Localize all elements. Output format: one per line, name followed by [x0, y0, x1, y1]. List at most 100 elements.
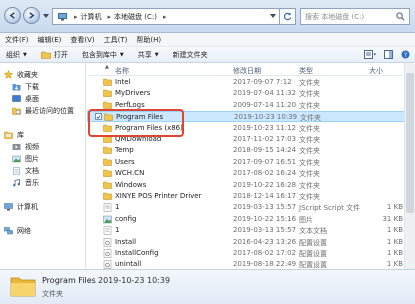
organize-label: 组织: [6, 50, 20, 59]
nav-desktop[interactable]: 桌面: [12, 93, 39, 104]
help-icon[interactable]: ?: [401, 50, 410, 59]
forward-button[interactable]: [23, 7, 40, 24]
scrollbar-thumb[interactable]: [406, 73, 414, 213]
file-name: Program Files (x86): [115, 123, 183, 132]
organize-button[interactable]: 组织 ▼: [6, 50, 27, 60]
column-size[interactable]: 大小: [369, 66, 383, 76]
file-list: 名称 修改日期 类型 大小 ▲ Intel 2017-09-07 7:12 文件夹 M…: [87, 63, 415, 269]
file-type: 文件夹: [299, 101, 320, 110]
nav-downloads[interactable]: 下载: [12, 81, 39, 92]
file-type: 图片: [299, 215, 313, 224]
star-icon: [4, 70, 13, 79]
nav-libraries-label: 库: [17, 130, 24, 139]
file-type: 文件夹: [299, 124, 320, 133]
nav-favorites-label: 收藏夹: [17, 70, 38, 79]
file-row[interactable]: Windows 2019-10-22 16:28 文件夹: [87, 180, 415, 191]
image-file-icon: [103, 215, 112, 226]
share-button[interactable]: 共享 ▼: [138, 50, 159, 60]
file-row[interactable]: Install 2016-04-23 13:26 配置设置 1 KB: [87, 237, 415, 248]
file-name: Program Files: [116, 113, 164, 122]
menu-view[interactable]: 查看(V): [70, 35, 94, 45]
file-date: 2017-09-07 16:51: [233, 157, 297, 166]
folder-icon: [103, 158, 112, 168]
breadcrumb-drive-c[interactable]: 本地磁盘 (C:): [114, 12, 157, 22]
file-date: 2019-03-13 15:57: [233, 203, 297, 212]
vertical-scrollbar[interactable]: [404, 63, 415, 269]
folder-icon: [103, 169, 112, 179]
menu-file[interactable]: 文件(F): [5, 35, 29, 45]
breadcrumb-arrow-icon[interactable]: ▸: [108, 13, 112, 21]
file-row[interactable]: MyDrivers 2019-07-04 11:32 文件夹: [87, 88, 415, 99]
nav-videos[interactable]: 视频: [12, 141, 39, 152]
new-folder-button[interactable]: 新建文件夹: [173, 50, 208, 60]
file-date: 2019-03-13 15:57: [233, 226, 297, 235]
nav-music[interactable]: 音乐: [12, 177, 39, 188]
nav-documents[interactable]: 文档: [12, 165, 39, 176]
file-date: 2016-04-23 13:26: [233, 237, 297, 246]
open-label: 打开: [53, 50, 68, 59]
network-icon: [4, 226, 13, 235]
nav-computer-label: 计算机: [17, 202, 38, 211]
chevron-down-icon: ▼: [23, 51, 27, 58]
file-type: 文件夹: [299, 90, 320, 99]
nav-videos-label: 视频: [25, 142, 39, 151]
file-date: 2017-09-07 7:12: [233, 78, 292, 86]
file-size: 1 KB: [386, 260, 403, 269]
nav-favorites[interactable]: 收藏夹: [4, 69, 38, 80]
column-name[interactable]: 名称: [115, 66, 129, 76]
file-row[interactable]: WCH.CN 2017-08-02 16:24 文件夹: [87, 168, 415, 179]
file-date: 2017-11-02 17:03: [233, 135, 297, 143]
file-row[interactable]: Users 2017-09-07 16:51 文件夹: [87, 157, 415, 168]
menu-tools[interactable]: 工具(T): [104, 35, 128, 45]
column-type[interactable]: 类型: [299, 66, 313, 76]
share-label: 共享: [137, 50, 152, 59]
breadcrumb-arrow-icon[interactable]: ▸: [163, 13, 167, 21]
column-date[interactable]: 修改日期: [233, 66, 261, 76]
address-input[interactable]: ▸ 计算机 ▸ 本地磁盘 (C:) ▸: [52, 8, 280, 25]
file-row[interactable]: 1 2019-03-13 15:57 文本文档 1 KB: [87, 225, 415, 236]
nav-libraries[interactable]: 库: [4, 129, 24, 140]
file-row[interactable]: Temp 2018-09-15 14:24 文件夹: [87, 145, 415, 156]
music-icon: [12, 178, 21, 187]
file-size: 1 KB: [386, 203, 403, 212]
preview-pane-icon[interactable]: [384, 50, 393, 59]
history-dropdown-icon[interactable]: [43, 13, 49, 19]
file-row[interactable]: PerfLogs 2009-07-14 11:20 文件夹: [87, 100, 415, 111]
include-in-library-button[interactable]: 包含到库中 ▼: [82, 50, 124, 60]
breadcrumb-arrow-icon[interactable]: ▸: [74, 13, 78, 21]
view-options-icon[interactable]: [364, 50, 376, 59]
folder-icon: [10, 277, 36, 297]
file-name: XINYE POS Printer Driver: [115, 192, 202, 200]
nav-recent-places[interactable]: 最近访问的位置: [12, 105, 74, 116]
open-button[interactable]: 打开: [41, 50, 68, 60]
file-row[interactable]: config 2019-10-22 15:16 图片 31 KB: [87, 214, 415, 225]
search-icon[interactable]: [396, 12, 405, 21]
script-file-icon: [103, 203, 112, 214]
include-label: 包含到库中: [81, 50, 117, 59]
file-row[interactable]: QMDownload 2017-11-02 17:03 文件夹: [87, 134, 415, 145]
nav-pictures[interactable]: 图片: [12, 153, 39, 164]
file-row[interactable]: InstallConfig 2017-08-02 17:02 配置设置 1 KB: [87, 248, 415, 259]
search-input[interactable]: 搜索 本地磁盘 (C:): [300, 8, 410, 25]
file-date: 2019-10-22 15:16: [233, 214, 297, 223]
file-name: Intel: [115, 78, 131, 86]
nav-music-label: 音乐: [25, 178, 39, 187]
breadcrumb-computer[interactable]: 计算机: [81, 12, 102, 22]
back-button[interactable]: [4, 7, 21, 24]
documents-icon: [12, 166, 21, 175]
file-row[interactable]: Program Files (x86) 2019-10-23 11:12 文件夹: [87, 123, 415, 134]
file-row[interactable]: XINYE POS Printer Driver 2018-12-14 16:17…: [87, 191, 415, 202]
selection-checkbox[interactable]: [95, 113, 102, 121]
address-dropdown-icon[interactable]: [270, 14, 276, 19]
menu-edit[interactable]: 编辑(E): [38, 35, 62, 45]
file-row[interactable]: 1 2019-03-13 15:57 JScript Script 文件 1 KB: [87, 202, 415, 213]
file-date: 2019-10-23 11:12: [233, 123, 297, 132]
file-row[interactable]: Program Files 2019-10-23 10:39 文件夹: [87, 111, 415, 123]
menu-help[interactable]: 帮助(H): [136, 35, 161, 45]
refresh-button[interactable]: [280, 8, 296, 25]
file-row[interactable]: Intel 2017-09-07 7:12 文件夹: [87, 77, 415, 88]
nav-computer[interactable]: 计算机: [4, 201, 38, 212]
nav-desktop-label: 桌面: [25, 94, 39, 103]
command-bar: 组织 ▼ 打开 包含到库中 ▼ 共享 ▼ 新建文件夹 ?: [0, 47, 415, 63]
nav-network[interactable]: 网络: [4, 225, 31, 236]
